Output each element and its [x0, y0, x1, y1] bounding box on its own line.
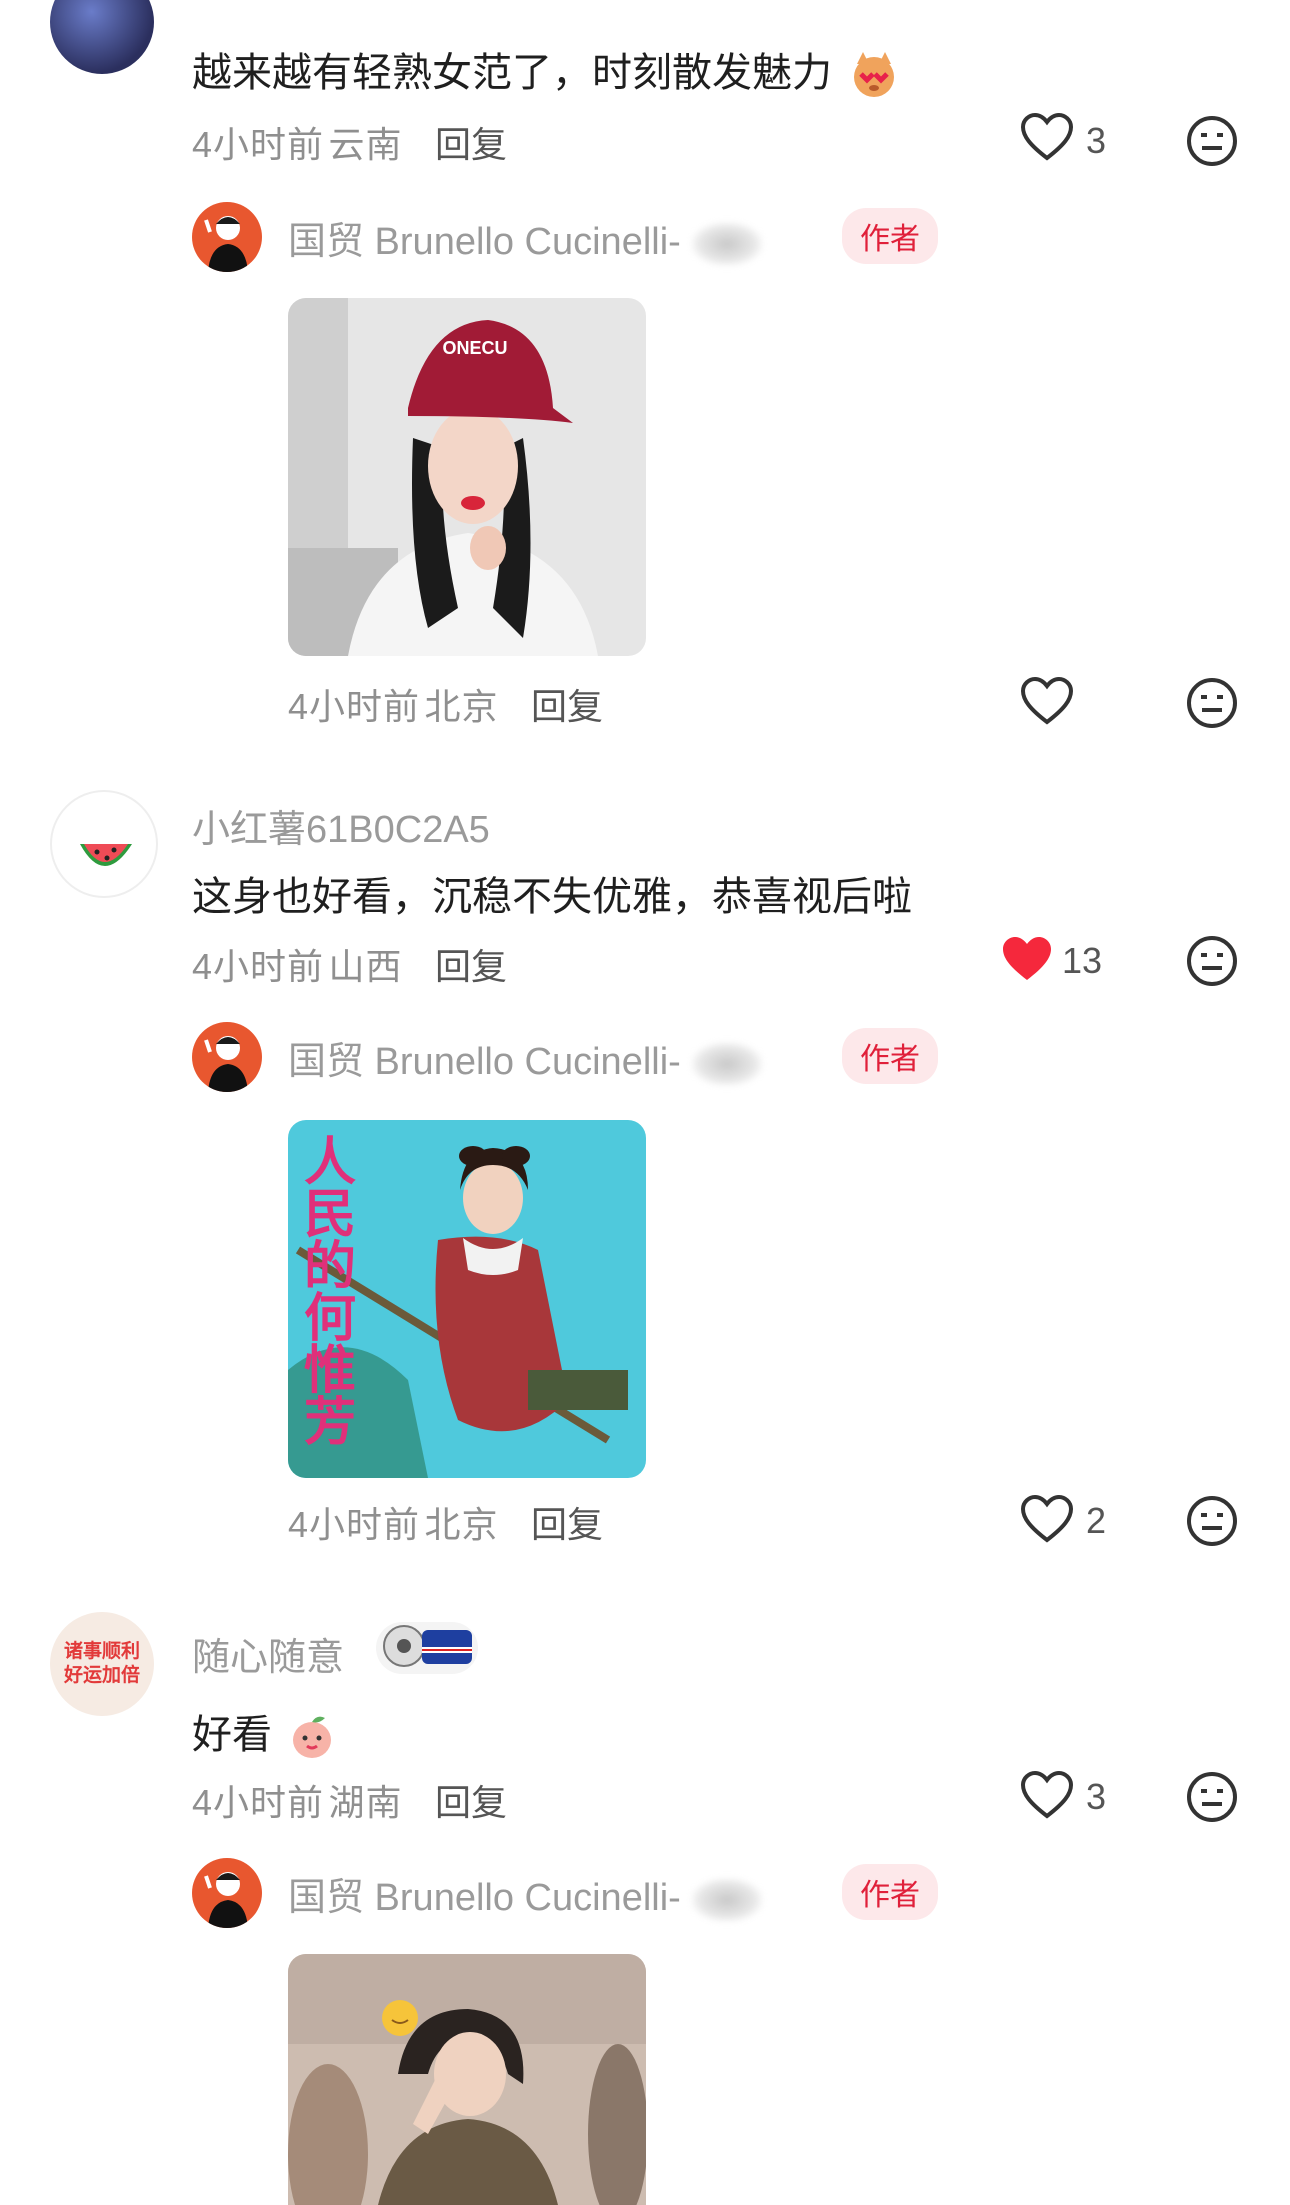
- reply-image[interactable]: [288, 1954, 646, 2205]
- reply-button[interactable]: 回复: [435, 1782, 507, 1823]
- avatar[interactable]: [50, 0, 154, 74]
- comment-time: 4小时前: [192, 124, 325, 165]
- comment-time: 4小时前: [192, 1782, 325, 1823]
- heart-outline-icon: [1020, 112, 1074, 161]
- caption-char: 人: [304, 1134, 356, 1192]
- author-username[interactable]: 国贸 Brunello Cucinelli-: [288, 221, 681, 263]
- caption-char: 民: [304, 1186, 356, 1244]
- reply-time: 4小时前: [288, 686, 421, 727]
- comment-text: 好看: [192, 1702, 337, 1762]
- user-badges: [374, 1616, 480, 1685]
- comment-text: 越来越有轻熟女范了，时刻散发魅力: [192, 40, 899, 100]
- reply-button[interactable]: 回复: [531, 686, 603, 727]
- author-avatar[interactable]: [192, 1858, 262, 1928]
- like-button[interactable]: [1020, 676, 1074, 731]
- peach-emoji-icon: [287, 1712, 337, 1762]
- avatar[interactable]: [50, 790, 158, 898]
- reply-button[interactable]: 回复: [435, 946, 507, 987]
- author-badge: 作者: [842, 1864, 938, 1920]
- cap-text: ONECU: [442, 338, 507, 358]
- caption-char: 的: [304, 1238, 356, 1296]
- comment-time: 4小时前: [192, 946, 325, 987]
- author-badge: 作者: [842, 208, 938, 264]
- like-count: 3: [1086, 1776, 1107, 1817]
- blurred-name: [691, 1041, 764, 1086]
- comment-location: 山西: [328, 946, 403, 987]
- author-badge: 作者: [842, 1028, 938, 1084]
- heart-filled-icon: [1003, 937, 1051, 980]
- caption-char: 芳: [304, 1394, 356, 1452]
- like-button[interactable]: [1000, 934, 1054, 989]
- author-avatar[interactable]: [192, 202, 262, 272]
- dislike-face-icon[interactable]: [1185, 934, 1239, 993]
- smile-emoji-icon: [382, 2000, 418, 2036]
- like-count: 13: [1062, 940, 1103, 981]
- reply-location: 北京: [424, 1504, 499, 1545]
- heart-outline-icon: [1020, 1770, 1074, 1819]
- author-username[interactable]: 国贸 Brunello Cucinelli-: [288, 1041, 681, 1083]
- dislike-face-icon[interactable]: [1185, 114, 1239, 173]
- watermelon-icon: [80, 844, 132, 866]
- reply-location: 北京: [424, 686, 499, 727]
- blurred-name: [691, 221, 764, 266]
- comment-username[interactable]: 小红薯61B0C2A5: [192, 798, 490, 853]
- like-count: 3: [1086, 120, 1107, 161]
- dislike-face-icon[interactable]: [1185, 1770, 1239, 1829]
- dislike-face-icon[interactable]: [1185, 1494, 1239, 1553]
- avatar[interactable]: 诸事顺利好运加倍: [50, 1612, 154, 1716]
- reply-button[interactable]: 回复: [435, 124, 507, 165]
- reply-image[interactable]: ONECU: [288, 298, 646, 656]
- like-button[interactable]: [1020, 112, 1074, 167]
- comment-text: 这身也好看，沉稳不失优雅，恭喜视后啦: [192, 875, 912, 919]
- comment-username[interactable]: 随心随意: [192, 1626, 344, 1681]
- reply-image[interactable]: 人 民 的 何 惟 芳: [288, 1120, 646, 1478]
- reply-time: 4小时前: [288, 1504, 421, 1545]
- avatar-text: 诸事顺利好运加倍: [63, 1641, 140, 1686]
- blurred-name: [691, 1877, 764, 1922]
- comment-location: 湖南: [328, 1782, 403, 1823]
- heart-outline-icon: [1020, 676, 1074, 725]
- cat-emoji-icon: [849, 50, 899, 100]
- like-button[interactable]: [1020, 1494, 1074, 1549]
- caption-char: 何: [304, 1290, 356, 1348]
- dislike-face-icon[interactable]: [1185, 676, 1239, 735]
- author-username[interactable]: 国贸 Brunello Cucinelli-: [288, 1877, 681, 1919]
- heart-outline-icon: [1020, 1494, 1074, 1543]
- caption-char: 惟: [304, 1342, 356, 1400]
- like-button[interactable]: [1020, 1770, 1074, 1825]
- comment-location: 云南: [328, 124, 403, 165]
- like-count: 2: [1086, 1500, 1107, 1541]
- author-avatar[interactable]: [192, 1022, 262, 1092]
- reply-button[interactable]: 回复: [531, 1504, 603, 1545]
